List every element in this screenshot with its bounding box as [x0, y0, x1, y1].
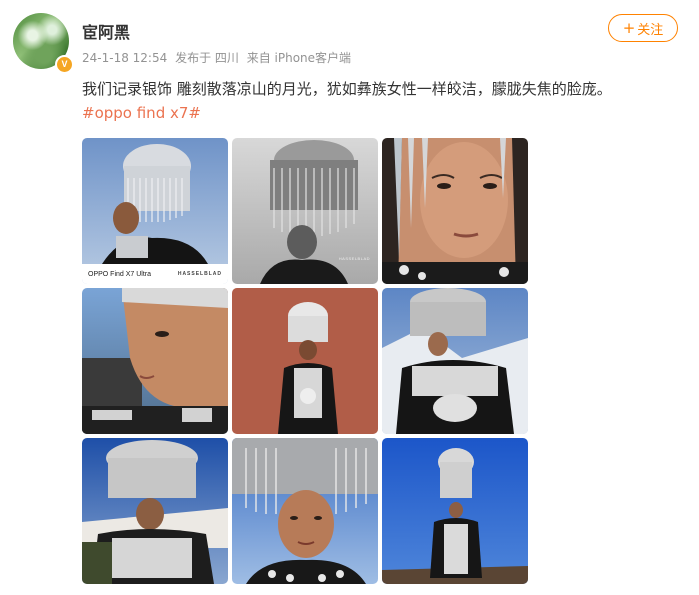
post-location: 发布于 四川: [175, 51, 239, 65]
username[interactable]: 宦阿黑: [82, 19, 130, 43]
photo-watermark: HASSELBLAD: [338, 256, 370, 261]
photo-6[interactable]: [382, 288, 528, 434]
caption-brand: HASSELBLAD: [177, 271, 222, 277]
photo-caption-bar: OPPO Find X7 Ultra HASSELBLAD: [82, 264, 228, 284]
plus-icon: +: [622, 18, 636, 37]
photo-5[interactable]: [232, 288, 378, 434]
caption-model: OPPO Find X7 Ultra: [88, 270, 152, 278]
photo-1[interactable]: OPPO Find X7 Ultra HASSELBLAD: [82, 138, 228, 284]
photo-7[interactable]: [82, 438, 228, 584]
topic-link[interactable]: #oppo find x7#: [82, 104, 201, 122]
follow-label: 关注: [637, 22, 664, 38]
photo-2[interactable]: HASSELBLAD: [232, 138, 378, 284]
post-meta: 24-1-18 12:54 发布于 四川 来自 iPhone客户端: [82, 49, 355, 66]
verified-badge-icon: V: [55, 55, 74, 74]
photo-9[interactable]: [382, 438, 528, 584]
photo-4[interactable]: [82, 288, 228, 434]
post-text: 我们记录银饰 雕刻散落凉山的月光，犹如彝族女性一样皎洁，朦胧失焦的脸庞。: [82, 80, 612, 98]
post-date[interactable]: 24-1-18 12:54: [82, 51, 167, 65]
follow-button[interactable]: + 关注: [608, 14, 678, 42]
photo-8[interactable]: [232, 438, 378, 584]
image-grid: OPPO Find X7 Ultra HASSELBLAD HASSELBLAD: [82, 138, 528, 584]
post-source: 来自 iPhone客户端: [246, 51, 352, 65]
photo-3[interactable]: [382, 138, 528, 284]
weibo-post: V 宦阿黑 24-1-18 12:54 发布于 四川 来自 iPhone客户端 …: [0, 0, 699, 595]
